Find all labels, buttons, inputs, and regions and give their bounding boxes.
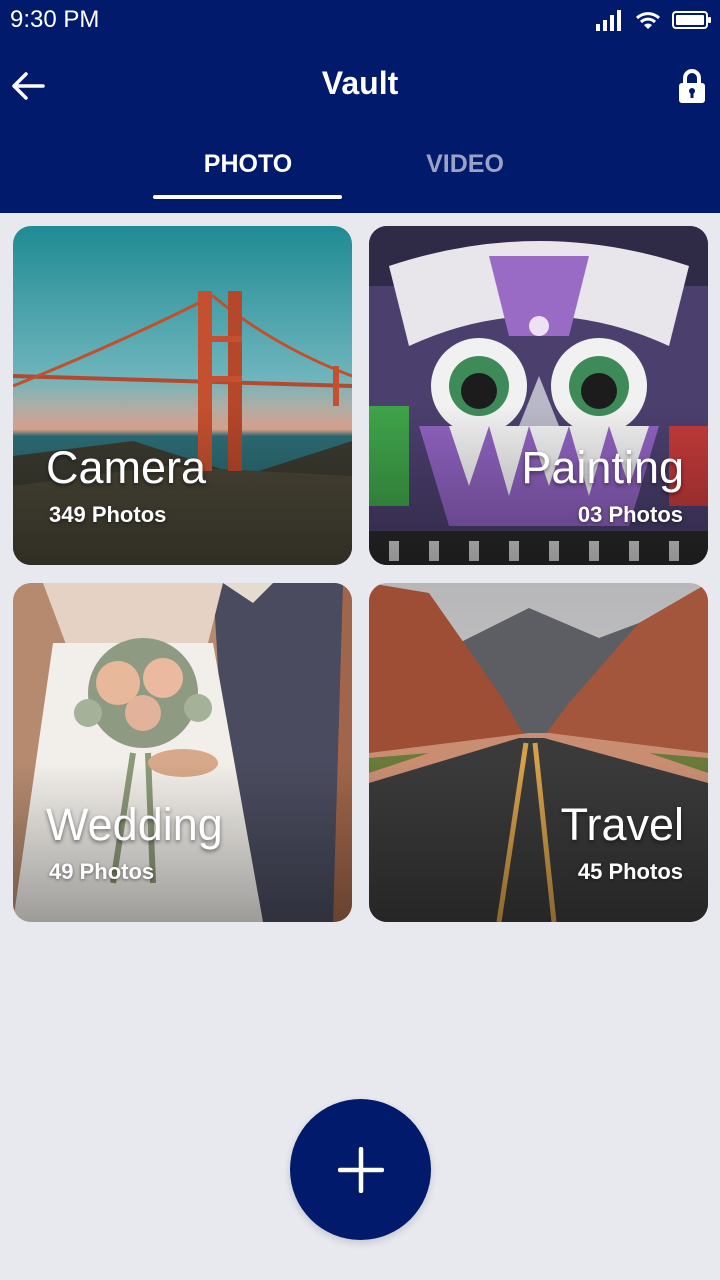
album-card-travel[interactable]: Travel 45 Photos [369, 583, 708, 922]
lock-button[interactable] [676, 66, 708, 106]
toolbar: Vault [0, 50, 720, 122]
album-card-wedding[interactable]: Wedding 49 Photos [13, 583, 352, 922]
album-card-painting[interactable]: Painting 03 Photos [369, 226, 708, 565]
album-card-camera[interactable]: Camera 349 Photos [13, 226, 352, 565]
album-count: 49 Photos [49, 859, 155, 884]
album-name: Camera [46, 442, 207, 493]
album-count: 03 Photos [577, 502, 683, 527]
lock-icon [679, 69, 705, 103]
plus-icon [337, 1146, 384, 1193]
album-name: Travel [560, 799, 684, 850]
signal-icon [596, 10, 621, 31]
album-name: Painting [521, 442, 684, 493]
battery-icon [672, 11, 711, 29]
status-time: 9:30 PM [10, 6, 100, 33]
tab-photo[interactable]: PHOTO [153, 150, 343, 200]
album-name: Wedding [46, 799, 223, 850]
app-bar: 9:30 PM Vault PHOTO VIDEO [0, 0, 720, 213]
tab-bar: PHOTO VIDEO [0, 140, 720, 202]
wifi-icon [635, 12, 661, 29]
tab-video[interactable]: VIDEO [370, 150, 560, 200]
album-count: 45 Photos [577, 859, 683, 884]
vault-screen: 9:30 PM Vault PHOTO VIDEO Camera 349 Pho… [0, 0, 720, 1280]
tab-indicator [153, 195, 342, 199]
status-bar: 9:30 PM [0, 0, 720, 40]
album-count: 349 Photos [49, 502, 167, 527]
status-icons [596, 8, 712, 32]
page-title: Vault [321, 65, 399, 101]
add-album-button[interactable] [290, 1099, 431, 1240]
